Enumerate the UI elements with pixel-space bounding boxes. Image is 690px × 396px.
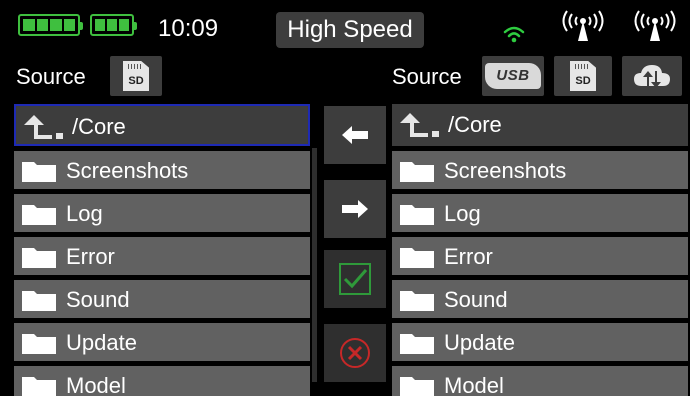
folder-icon xyxy=(400,205,434,225)
list-item[interactable]: Screenshots xyxy=(392,151,688,189)
list-item[interactable]: Error xyxy=(392,237,688,275)
folder-name: Model xyxy=(444,373,504,396)
left-scrollbar[interactable] xyxy=(312,148,317,382)
left-source-label: Source xyxy=(16,64,86,89)
arrow-right-icon xyxy=(342,200,368,218)
arrow-left-icon xyxy=(342,126,368,144)
sd-card-icon: SD xyxy=(570,61,596,91)
battery-icon xyxy=(18,14,83,36)
clock: 10:09 xyxy=(158,15,219,42)
left-path-text: /Core xyxy=(72,114,126,139)
folder-icon xyxy=(400,377,434,396)
folder-name: Screenshots xyxy=(66,158,189,183)
list-item[interactable]: Update xyxy=(392,323,688,361)
folder-name: Update xyxy=(444,330,515,355)
folder-up-icon[interactable] xyxy=(398,111,444,139)
folder-name: Error xyxy=(444,244,493,269)
confirm-button[interactable] xyxy=(324,250,386,308)
wifi-icon xyxy=(503,26,525,43)
list-item[interactable]: Sound xyxy=(14,280,310,318)
copy-right-button[interactable] xyxy=(324,180,386,238)
copy-left-button[interactable] xyxy=(324,106,386,164)
folder-icon xyxy=(22,291,56,311)
folder-name: Log xyxy=(444,201,481,226)
antenna-icon xyxy=(634,10,676,41)
cancel-icon xyxy=(340,338,370,368)
checkmark-icon xyxy=(339,263,371,295)
right-file-panel: /Core Screenshots Log Error Sound Update… xyxy=(392,104,688,396)
list-item[interactable]: Model xyxy=(14,366,310,396)
list-item[interactable]: Log xyxy=(14,194,310,232)
status-bar: 10:09 High Speed xyxy=(0,0,690,52)
list-item[interactable]: Log xyxy=(392,194,688,232)
folder-icon xyxy=(400,334,434,354)
folder-icon xyxy=(400,162,434,182)
sd-card-icon: SD xyxy=(123,61,149,91)
right-source-label: Source xyxy=(392,64,462,89)
folder-name: Log xyxy=(66,201,103,226)
list-item[interactable]: Screenshots xyxy=(14,151,310,189)
right-source-sd-button[interactable]: SD xyxy=(554,56,612,96)
folder-icon xyxy=(400,248,434,268)
folder-icon xyxy=(22,334,56,354)
mode-indicator[interactable]: High Speed xyxy=(276,12,424,48)
list-item[interactable]: Error xyxy=(14,237,310,275)
left-file-panel: /Core Screenshots Log Error Sound Update… xyxy=(14,104,310,396)
right-source-usb-button[interactable]: USB xyxy=(482,56,544,96)
cloud-icon xyxy=(634,65,670,88)
right-path-text: /Core xyxy=(448,112,502,137)
usb-icon: USB xyxy=(485,63,541,89)
cancel-button[interactable] xyxy=(324,324,386,382)
battery-icon xyxy=(90,14,137,36)
folder-icon xyxy=(22,162,56,182)
antenna-icon xyxy=(562,10,604,41)
folder-name: Update xyxy=(66,330,137,355)
list-item[interactable]: Sound xyxy=(392,280,688,318)
list-item[interactable]: Update xyxy=(14,323,310,361)
right-path-bar[interactable]: /Core xyxy=(392,104,688,146)
folder-icon xyxy=(22,248,56,268)
folder-icon xyxy=(22,377,56,396)
folder-name: Sound xyxy=(444,287,508,312)
folder-name: Model xyxy=(66,373,126,396)
folder-name: Screenshots xyxy=(444,158,567,183)
list-item[interactable]: Model xyxy=(392,366,688,396)
left-path-bar[interactable]: /Core xyxy=(14,104,310,146)
folder-icon xyxy=(22,205,56,225)
folder-name: Sound xyxy=(66,287,130,312)
folder-up-icon[interactable] xyxy=(22,113,68,141)
folder-icon xyxy=(400,291,434,311)
right-source-cloud-button[interactable] xyxy=(622,56,682,96)
left-source-sd-button[interactable]: SD xyxy=(110,56,162,96)
folder-name: Error xyxy=(66,244,115,269)
